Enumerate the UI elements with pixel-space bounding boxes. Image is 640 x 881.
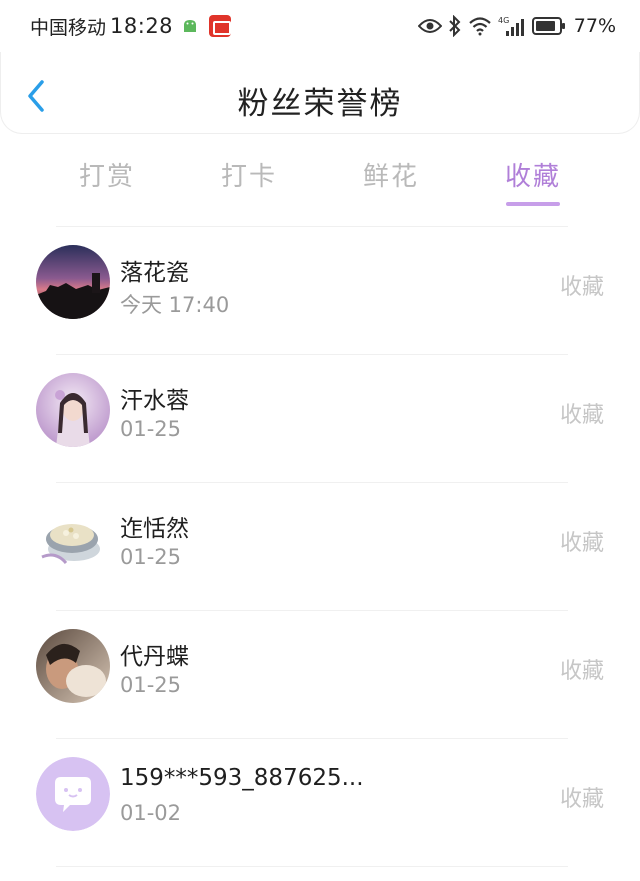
page-title: 粉丝荣誉榜 [237, 86, 403, 122]
tab-reward[interactable]: 打赏 [36, 148, 178, 208]
list-item[interactable]: 落花瓷 今天 17:40 收藏 [0, 227, 640, 355]
fan-date: 01-25 [120, 673, 182, 697]
status-bar: 中国移动 18:28 4G 77% [0, 0, 640, 52]
chat-bubble-icon [36, 757, 110, 831]
battery-percent: 77% [573, 15, 616, 37]
list-item[interactable]: 迮恬然 01-25 收藏 [0, 483, 640, 611]
carrier-label: 中国移动 [30, 16, 107, 39]
eye-icon [417, 19, 442, 33]
status-bar-right: 4G 77% [412, 12, 616, 40]
fan-date: 今天 17:40 [120, 293, 230, 317]
status-bar-left: 中国移动 18:28 [30, 12, 232, 40]
tab-flowers[interactable]: 鲜花 [320, 148, 462, 208]
fan-date: 01-25 [120, 417, 182, 441]
avatar[interactable] [36, 501, 110, 575]
avatar[interactable] [36, 629, 110, 703]
favorite-tag: 收藏 [559, 275, 604, 300]
bluetooth-icon [449, 15, 461, 37]
fan-name: 汗水蓉 [120, 388, 189, 414]
fan-date: 01-02 [120, 801, 182, 825]
fan-date: 01-25 [120, 545, 182, 569]
list-item[interactable]: 汗水蓉 01-25 收藏 [0, 355, 640, 483]
favorite-tag: 收藏 [559, 787, 604, 812]
android-icon [184, 20, 197, 32]
favorite-tag: 收藏 [559, 403, 604, 428]
list-item[interactable]: 代丹蝶 01-25 收藏 [0, 611, 640, 739]
list-item[interactable]: 159***593_887625... 01-02 收藏 [0, 739, 640, 867]
fan-name: 迮恬然 [120, 516, 189, 542]
avatar[interactable] [36, 757, 110, 831]
fan-name: 落花瓷 [120, 260, 189, 286]
favorite-tag: 收藏 [559, 531, 604, 556]
tab-bar: 打赏 打卡 鲜花 收藏 [36, 148, 604, 208]
wifi-icon [469, 17, 491, 36]
avatar[interactable] [36, 245, 110, 319]
app-notification-icon [209, 15, 232, 37]
battery-icon [531, 17, 565, 35]
signal-icon: 4G [498, 16, 524, 36]
tab-favorites[interactable]: 收藏 [462, 148, 604, 208]
favorite-tag: 收藏 [559, 659, 604, 684]
header: 粉丝荣誉榜 [0, 52, 640, 134]
fan-list: 落花瓷 今天 17:40 收藏 汗水蓉 01-25 收藏 迮恬然 01-25 收… [0, 227, 640, 867]
network-type-label: 4G [498, 16, 509, 25]
fan-name: 代丹蝶 [120, 644, 189, 670]
clock: 18:28 [110, 14, 174, 38]
tab-checkin[interactable]: 打卡 [178, 148, 320, 208]
fan-name: 159***593_887625... [120, 765, 364, 791]
avatar[interactable] [36, 373, 110, 447]
